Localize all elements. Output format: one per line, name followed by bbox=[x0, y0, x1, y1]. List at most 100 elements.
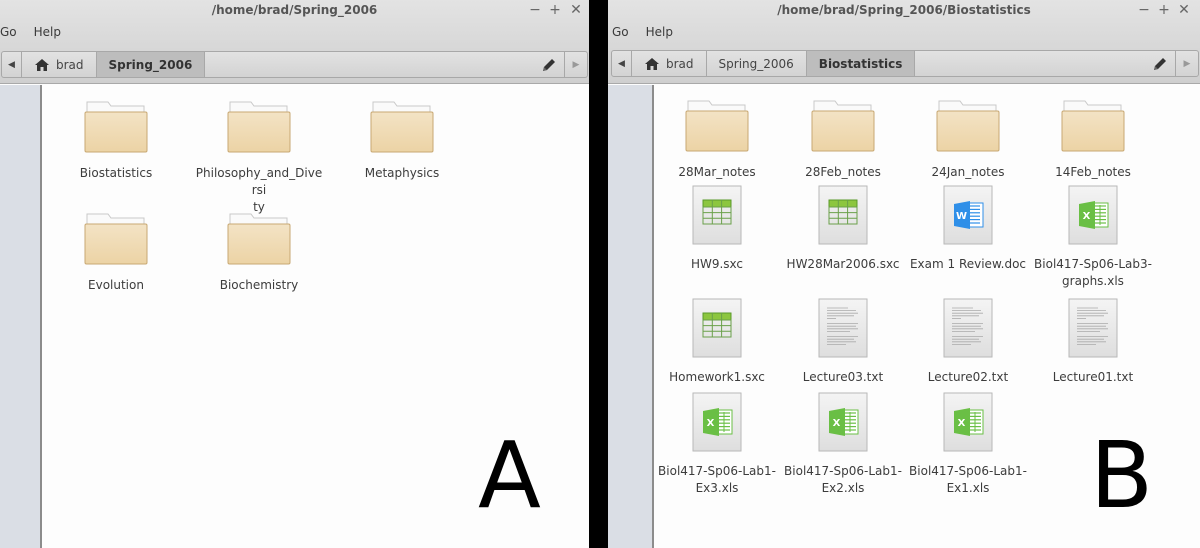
menu-go[interactable]: Go bbox=[612, 25, 629, 43]
item-label: HW28Mar2006.sxc bbox=[786, 257, 900, 271]
text-file-icon bbox=[1028, 298, 1158, 361]
close-button[interactable]: ✕ bbox=[566, 2, 586, 18]
item-label: Evolution bbox=[88, 278, 144, 292]
item-label: Biol417-Sp06-Lab1- Ex2.xls bbox=[778, 463, 908, 497]
menu-help[interactable]: Help bbox=[646, 25, 673, 43]
svg-text:W: W bbox=[956, 211, 967, 222]
breadcrumb-label: Biostatistics bbox=[818, 56, 903, 71]
pathbar: ◀ brad Spring_2006 ▶ bbox=[1, 51, 588, 78]
file-item[interactable]: X Biol417-Sp06-Lab1- Ex1.xls bbox=[903, 392, 1033, 497]
breadcrumb-home-label: brad bbox=[56, 57, 84, 72]
forward-arrow-icon: ▶ bbox=[572, 59, 580, 70]
pathbar-spacer bbox=[915, 51, 1144, 76]
window-title: /home/brad/Spring_2006/Biostatistics bbox=[777, 3, 1031, 17]
folder-item[interactable]: Biostatistics bbox=[51, 100, 181, 182]
item-label-line: Philosophy_and_Diversi bbox=[195, 166, 323, 197]
home-icon bbox=[645, 57, 659, 70]
item-label-line: graphs.xls bbox=[1062, 274, 1124, 288]
minimize-button[interactable]: − bbox=[525, 2, 545, 18]
file-item[interactable]: HW28Mar2006.sxc bbox=[778, 185, 908, 273]
edit-location-button[interactable] bbox=[533, 52, 565, 77]
excel-file-icon: X bbox=[1028, 185, 1158, 248]
item-label: Biol417-Sp06-Lab3- graphs.xls bbox=[1028, 256, 1158, 290]
file-item[interactable]: Lecture02.txt bbox=[903, 298, 1033, 386]
folder-item[interactable]: 28Mar_notes bbox=[652, 99, 782, 181]
minimize-button[interactable]: − bbox=[1134, 2, 1154, 18]
excel-file-icon: X bbox=[903, 392, 1033, 455]
excel-file-icon: X bbox=[652, 392, 782, 455]
maximize-button[interactable]: + bbox=[545, 2, 565, 18]
excel-file-icon: X bbox=[778, 392, 908, 455]
folder-item[interactable]: Evolution bbox=[51, 212, 181, 294]
text-file-icon bbox=[778, 298, 908, 361]
breadcrumb-spring-2006[interactable]: Spring_2006 bbox=[96, 52, 206, 77]
spreadsheet-file-icon bbox=[778, 185, 908, 248]
pathbar-spacer bbox=[205, 52, 533, 77]
folder-icon bbox=[652, 99, 782, 156]
panel-label: A bbox=[478, 422, 541, 529]
maximize-button[interactable]: + bbox=[1154, 2, 1174, 18]
folder-item[interactable]: Biochemistry bbox=[194, 212, 324, 294]
menubar: Go Help bbox=[612, 25, 690, 43]
file-item[interactable]: Homework1.sxc bbox=[652, 298, 782, 386]
edit-location-button[interactable] bbox=[1144, 51, 1176, 76]
menubar: Go Help bbox=[0, 25, 78, 43]
folder-icon bbox=[194, 212, 324, 269]
svg-text:X: X bbox=[833, 418, 841, 429]
item-label-line: Biol417-Sp06-Lab1- bbox=[658, 464, 776, 478]
menu-go[interactable]: Go bbox=[0, 25, 17, 43]
back-arrow-icon: ◀ bbox=[8, 59, 15, 70]
file-item[interactable]: X Biol417-Sp06-Lab1- Ex3.xls bbox=[652, 392, 782, 497]
item-label: Exam 1 Review.doc bbox=[909, 257, 1027, 271]
home-icon bbox=[35, 58, 49, 71]
folder-icon bbox=[337, 100, 467, 157]
sidebar bbox=[0, 85, 42, 548]
breadcrumb-biostatistics[interactable]: Biostatistics bbox=[806, 51, 916, 76]
file-item[interactable]: W Exam 1 Review.doc bbox=[903, 185, 1033, 273]
file-item[interactable]: Lecture03.txt bbox=[778, 298, 908, 386]
file-item[interactable]: X Biol417-Sp06-Lab1- Ex2.xls bbox=[778, 392, 908, 497]
item-label: 14Feb_notes bbox=[1055, 165, 1131, 179]
item-label: Biostatistics bbox=[79, 166, 153, 180]
pencil-icon bbox=[542, 58, 555, 71]
item-label: 24Jan_notes bbox=[931, 165, 1005, 179]
menu-help[interactable]: Help bbox=[34, 25, 61, 43]
file-manager-window-a: /home/brad/Spring_2006 − + ✕ Go Help ◀ b… bbox=[0, 0, 589, 548]
folder-item[interactable]: 24Jan_notes bbox=[903, 99, 1033, 181]
folder-item[interactable]: Metaphysics bbox=[337, 100, 467, 182]
folder-item[interactable]: Philosophy_and_Diversi ty bbox=[194, 100, 324, 216]
file-item[interactable]: HW9.sxc bbox=[652, 185, 782, 273]
back-button[interactable]: ◀ bbox=[2, 52, 22, 77]
forward-arrow-icon: ▶ bbox=[1183, 58, 1191, 69]
svg-text:X: X bbox=[958, 418, 966, 429]
item-label: Lecture02.txt bbox=[927, 370, 1009, 384]
folder-item[interactable]: 14Feb_notes bbox=[1028, 99, 1158, 181]
item-label: Lecture03.txt bbox=[802, 370, 884, 384]
item-label: Metaphysics bbox=[364, 166, 440, 180]
item-label: HW9.sxc bbox=[690, 257, 744, 271]
svg-text:X: X bbox=[707, 418, 715, 429]
close-button[interactable]: ✕ bbox=[1174, 2, 1194, 18]
file-item[interactable]: X Biol417-Sp06-Lab3- graphs.xls bbox=[1028, 185, 1158, 290]
panel-label: B bbox=[1090, 422, 1154, 529]
file-item[interactable]: Lecture01.txt bbox=[1028, 298, 1158, 386]
forward-button[interactable]: ▶ bbox=[565, 52, 587, 77]
item-label: Biochemistry bbox=[219, 278, 299, 292]
item-label: Philosophy_and_Diversi ty bbox=[194, 165, 324, 216]
item-label-line: Biol417-Sp06-Lab1- bbox=[909, 464, 1027, 478]
folder-item[interactable]: 28Feb_notes bbox=[778, 99, 908, 181]
window-title: /home/brad/Spring_2006 bbox=[211, 3, 378, 17]
item-label: Biol417-Sp06-Lab1- Ex3.xls bbox=[652, 463, 782, 497]
breadcrumb-label: Spring_2006 bbox=[108, 57, 193, 72]
item-label: Homework1.sxc bbox=[669, 370, 765, 384]
window-header: /home/brad/Spring_2006 − + ✕ Go Help ◀ b… bbox=[0, 0, 589, 84]
breadcrumb-label: Spring_2006 bbox=[718, 56, 794, 71]
folder-icon bbox=[51, 100, 181, 157]
breadcrumb-spring-2006[interactable]: Spring_2006 bbox=[707, 51, 807, 76]
breadcrumb-home[interactable]: brad bbox=[632, 51, 707, 76]
back-button[interactable]: ◀ bbox=[612, 51, 632, 76]
forward-button[interactable]: ▶ bbox=[1176, 51, 1198, 76]
breadcrumb-home[interactable]: brad bbox=[22, 52, 97, 77]
file-manager-window-b: /home/brad/Spring_2006/Biostatistics − +… bbox=[608, 0, 1200, 548]
folder-icon bbox=[194, 100, 324, 157]
